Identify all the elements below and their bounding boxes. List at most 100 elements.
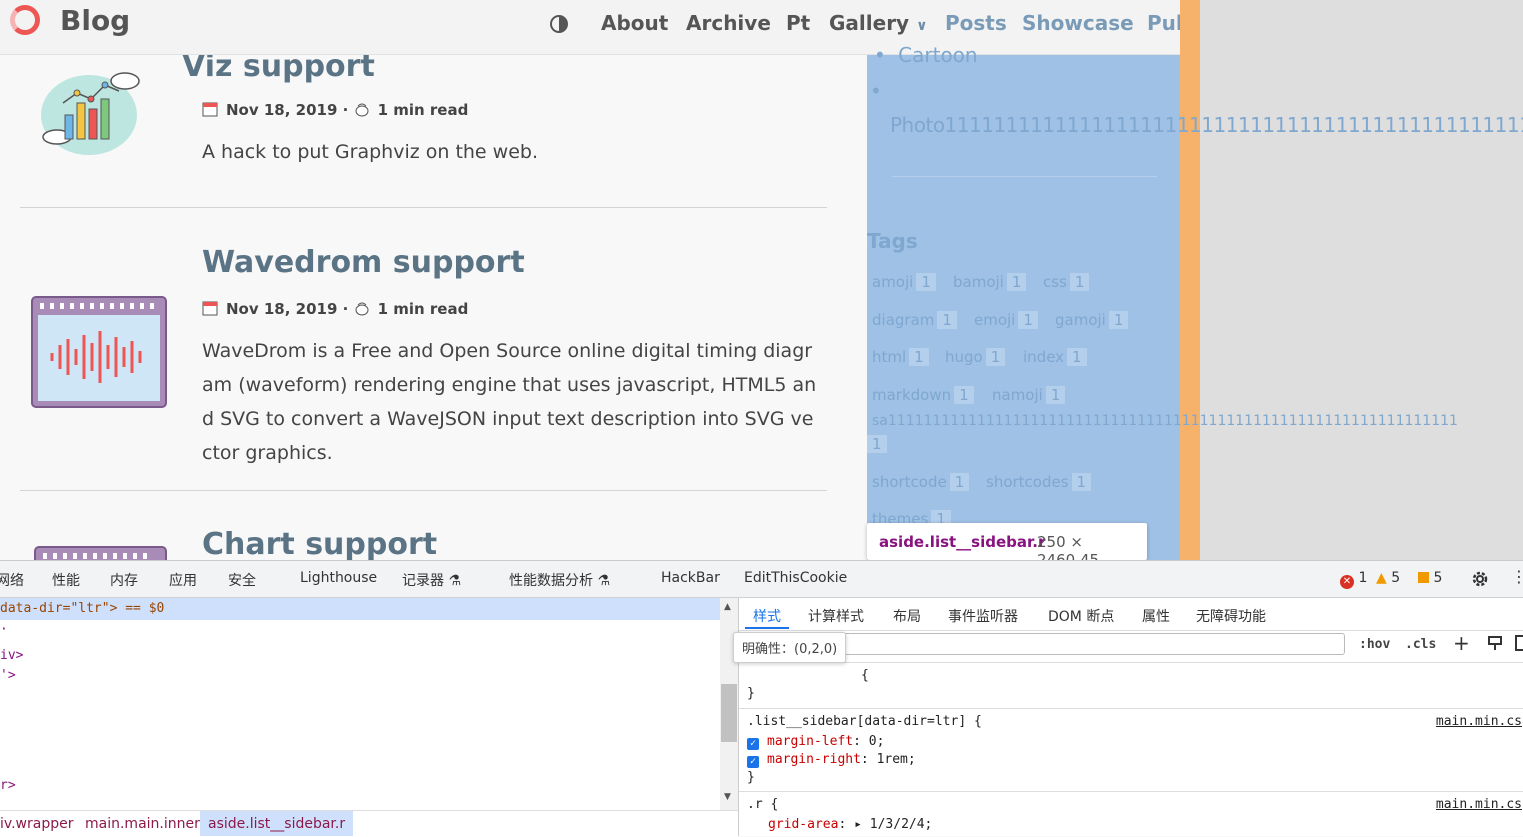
sidebar-divider bbox=[892, 176, 1157, 177]
tag-label: emoji bbox=[974, 311, 1016, 329]
inspect-selector: aside.list__sidebar.r bbox=[879, 533, 1046, 551]
error-icon: ✕ bbox=[1340, 575, 1354, 589]
stylesheet-link[interactable]: main.min.cs bbox=[1436, 714, 1522, 729]
cls-toggle[interactable]: .cls bbox=[1405, 637, 1436, 652]
selected-node-row[interactable]: data-dir="ltr"> == $0 bbox=[0, 598, 720, 620]
site-brand[interactable]: Blog bbox=[60, 4, 130, 37]
tab-memory[interactable]: 内存 bbox=[110, 570, 138, 590]
css-selector[interactable]: .list__sidebar[data-dir=ltr] { bbox=[747, 714, 982, 729]
checkbox-icon[interactable]: ✓ bbox=[747, 738, 759, 750]
tag-label: hugo bbox=[945, 348, 983, 366]
nav-archive[interactable]: Archive bbox=[686, 11, 771, 35]
tab-performance-insights[interactable]: 性能数据分析 ⚗ bbox=[509, 570, 610, 590]
tag-item[interactable]: hugo 1 bbox=[945, 348, 1006, 366]
tag-item[interactable]: css 1 bbox=[1043, 273, 1090, 291]
checkbox-icon[interactable]: ✓ bbox=[747, 756, 759, 768]
tag-item[interactable]: diagram 1 bbox=[872, 311, 957, 329]
css-declaration[interactable]: grid-area: ▸ 1/3/2/4; bbox=[768, 817, 932, 832]
css-property: grid-area bbox=[768, 817, 839, 832]
paint-icon[interactable] bbox=[1487, 635, 1503, 651]
elements-tree: data-dir="ltr"> == $0 · iv> '> r> bbox=[0, 598, 720, 810]
tab-accessibility[interactable]: 无障碍功能 bbox=[1196, 606, 1266, 626]
tab-layout[interactable]: 布局 bbox=[893, 606, 921, 626]
dom-node-text[interactable]: r> bbox=[0, 778, 16, 793]
tab-recorder[interactable]: 记录器 ⚗ bbox=[402, 570, 461, 590]
tab-computed[interactable]: 计算样式 bbox=[808, 606, 864, 626]
issues-count: 5 bbox=[1433, 570, 1443, 586]
tab-styles[interactable]: 样式 bbox=[753, 606, 781, 626]
logo-icon[interactable] bbox=[10, 5, 40, 35]
post-title[interactable]: Viz support bbox=[182, 55, 375, 84]
css-selector[interactable]: .r { bbox=[747, 797, 778, 812]
post-title[interactable]: Wavedrom support bbox=[202, 245, 525, 280]
tag-count: 1 bbox=[1067, 348, 1087, 366]
add-rule-icon[interactable]: + bbox=[1453, 631, 1470, 655]
css-declaration[interactable]: ✓ margin-right: 1rem; bbox=[747, 752, 916, 768]
tag-item[interactable]: shortcode 1 bbox=[872, 473, 970, 491]
breadcrumb-item-active[interactable]: aside.list__sidebar.r bbox=[200, 811, 354, 836]
waveform-thumbnail-icon[interactable] bbox=[30, 295, 168, 409]
hov-toggle[interactable]: :hov bbox=[1359, 637, 1390, 652]
tag-item[interactable]: gamoji 1 bbox=[1055, 311, 1129, 329]
elements-scrollbar[interactable]: ▲ ▼ bbox=[720, 598, 738, 810]
tab-network[interactable]: 网络 bbox=[0, 570, 24, 590]
nav-pt[interactable]: Pt bbox=[786, 11, 810, 35]
sidebar-list-item-photo[interactable]: Photo11111111111111111111111111111111111… bbox=[890, 113, 1523, 137]
scroll-thumb[interactable] bbox=[721, 684, 737, 742]
css-value: 1rem; bbox=[876, 752, 916, 767]
dom-node-text[interactable]: iv> bbox=[0, 648, 23, 663]
nav-posts[interactable]: Posts bbox=[945, 11, 1007, 35]
tag-item[interactable]: index 1 bbox=[1023, 348, 1087, 366]
issues-counter[interactable]: 5 bbox=[1418, 570, 1442, 586]
tab-dom-breakpoints[interactable]: DOM 断点 bbox=[1048, 606, 1114, 626]
tab-hackbar[interactable]: HackBar bbox=[661, 570, 720, 586]
stylesheet-link[interactable]: main.min.cs bbox=[1436, 797, 1522, 812]
breadcrumb-item[interactable]: main.main.inner bbox=[85, 816, 200, 832]
dom-node-text[interactable]: '> bbox=[0, 668, 16, 683]
error-counter[interactable]: ✕ 1 bbox=[1340, 570, 1367, 589]
warning-counter[interactable]: ▲ 5 bbox=[1376, 570, 1400, 586]
tag-item[interactable]: emoji 1 bbox=[974, 311, 1038, 329]
chart-thumbnail-icon[interactable] bbox=[33, 63, 145, 159]
css-rule-brace: } bbox=[747, 686, 755, 701]
tag-count: 1 bbox=[1006, 273, 1027, 291]
sidebar-list-item[interactable]: • Cartoon bbox=[874, 43, 978, 67]
css-declaration[interactable]: ✓ margin-left: 0; bbox=[747, 734, 884, 750]
gear-icon[interactable] bbox=[1470, 569, 1490, 589]
dom-node-text[interactable]: · bbox=[0, 622, 8, 637]
chart-thumbnail-icon[interactable] bbox=[33, 545, 168, 560]
tab-editthiscookie[interactable]: EditThisCookie bbox=[744, 570, 847, 586]
tab-properties[interactable]: 属性 bbox=[1142, 606, 1170, 626]
tab-application[interactable]: 应用 bbox=[169, 570, 197, 590]
chevron-down-icon: ∨ bbox=[916, 18, 928, 34]
tag-label: shortcode bbox=[872, 473, 947, 491]
coffee-icon bbox=[355, 103, 369, 117]
tab-security[interactable]: 安全 bbox=[228, 570, 256, 590]
more-menu-icon[interactable]: ⋮ bbox=[1511, 567, 1523, 586]
breadcrumb-item[interactable]: iv.wrapper bbox=[0, 816, 73, 832]
theme-toggle-icon[interactable] bbox=[549, 14, 569, 34]
post-title[interactable]: Chart support bbox=[202, 527, 437, 560]
sidebar-toggle-icon[interactable] bbox=[1515, 635, 1523, 651]
tab-event-listeners[interactable]: 事件监听器 bbox=[948, 606, 1018, 626]
post-date: Nov 18, 2019 bbox=[226, 300, 338, 318]
tag-item[interactable]: markdown 1 bbox=[872, 386, 974, 404]
nav-showcase[interactable]: Showcase bbox=[1022, 11, 1134, 35]
tag-label: index bbox=[1023, 348, 1065, 366]
tab-divider bbox=[739, 630, 1523, 631]
scroll-down-arrow[interactable]: ▼ bbox=[724, 792, 731, 802]
nav-about[interactable]: About bbox=[601, 11, 668, 35]
tag-item[interactable]: bamoji 1 bbox=[953, 273, 1027, 291]
tag-item[interactable]: shortcodes 1 bbox=[986, 473, 1092, 491]
tab-performance[interactable]: 性能 bbox=[52, 570, 80, 590]
specificity-tooltip: 明确性：(0,2,0) bbox=[733, 632, 847, 663]
tab-lighthouse[interactable]: Lighthouse bbox=[300, 570, 377, 586]
tag-label: diagram bbox=[872, 311, 935, 329]
nav-gallery[interactable]: Gallery ∨ bbox=[829, 11, 927, 35]
css-value: 0; bbox=[868, 734, 885, 749]
scroll-up-arrow[interactable]: ▲ bbox=[724, 602, 731, 612]
tag-item[interactable]: html 1 bbox=[872, 348, 929, 366]
tag-item[interactable]: amoji 1 bbox=[872, 273, 936, 291]
tag-item[interactable]: namoji 1 bbox=[992, 386, 1066, 404]
tag-item-long[interactable]: sa11111111111111111111111111111111111111… bbox=[872, 413, 1523, 429]
